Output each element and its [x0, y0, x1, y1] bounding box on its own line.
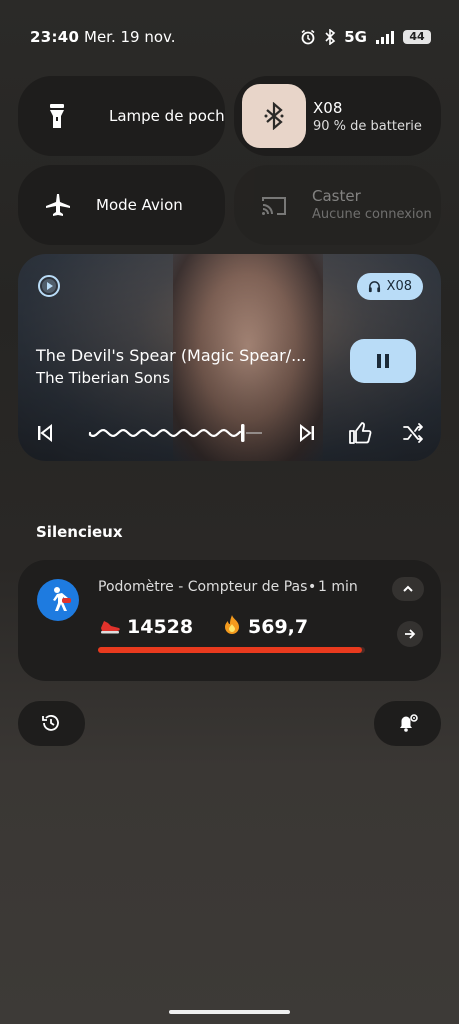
history-icon	[42, 715, 59, 731]
pedometer-app-icon	[37, 579, 79, 621]
notification-history-button[interactable]	[18, 701, 85, 746]
flashlight-tile[interactable]: Lampe de poche	[18, 76, 225, 156]
thumbs-up-icon[interactable]	[348, 421, 372, 445]
cast-tile[interactable]: Caster Aucune connexion	[234, 165, 441, 245]
notification-separator: •	[308, 579, 317, 595]
bluetooth-icon	[325, 29, 336, 45]
next-icon[interactable]	[298, 424, 316, 442]
bluetooth-icon	[264, 102, 284, 130]
progress-fill	[98, 647, 363, 653]
airplane-mode-tile[interactable]: Mode Avion	[18, 165, 225, 245]
flashlight-label: Lampe de poche	[109, 107, 225, 125]
seek-bar[interactable]	[88, 422, 266, 444]
previous-icon[interactable]	[36, 424, 54, 442]
bluetooth-battery-status: 90 % de batterie	[313, 119, 422, 134]
cast-status: Aucune connexion	[312, 207, 432, 222]
notification-app-name: Podomètre - Compteur de Pas	[98, 579, 308, 595]
gesture-handle[interactable]	[169, 1010, 290, 1014]
step-count: 14528	[127, 616, 194, 638]
flashlight-icon	[50, 104, 64, 128]
bluetooth-tile-icon-bg	[242, 84, 306, 148]
pause-button[interactable]	[350, 339, 416, 383]
track-artist: The Tiberian Sons	[36, 369, 171, 387]
walking-person-icon	[53, 587, 71, 611]
cast-label: Caster	[312, 187, 361, 205]
collapse-button[interactable]	[392, 577, 424, 601]
chevron-up-icon	[403, 585, 413, 592]
notification-settings-button[interactable]	[374, 701, 441, 746]
cast-icon	[262, 197, 286, 215]
airplane-icon	[46, 194, 70, 216]
battery-indicator: 44	[403, 30, 431, 44]
notification-settings-icon	[400, 714, 418, 732]
signal-icon	[376, 31, 394, 44]
status-bar: 23:40 Mer. 19 nov. 5G 44	[0, 26, 459, 50]
alarm-icon	[301, 29, 315, 45]
bluetooth-tile[interactable]: X08 90 % de batterie	[234, 76, 441, 156]
section-title: Silencieux	[36, 523, 123, 541]
shuffle-icon[interactable]	[402, 422, 424, 444]
fire-icon	[225, 615, 239, 634]
clock: 23:40	[30, 28, 80, 46]
media-player: X08 The Devil's Spear (Magic Spear/... T…	[18, 254, 441, 461]
output-device-chip[interactable]: X08	[356, 273, 423, 300]
output-device-name: X08	[386, 279, 412, 294]
sneaker-icon	[101, 621, 120, 634]
bluetooth-device-name: X08	[313, 99, 343, 117]
network-type: 5G	[344, 28, 367, 46]
headphones-icon	[368, 281, 380, 293]
date: Mer. 19 nov.	[84, 28, 176, 46]
progress-track	[98, 647, 365, 653]
pause-icon	[377, 354, 389, 368]
track-title: The Devil's Spear (Magic Spear/...	[36, 346, 307, 365]
notification-time: 1 min	[318, 579, 358, 595]
app-icon	[38, 275, 60, 297]
airplane-mode-label: Mode Avion	[96, 196, 183, 214]
arrow-right-icon	[405, 629, 416, 639]
calorie-count: 569,7	[248, 616, 309, 638]
open-button[interactable]	[397, 621, 423, 647]
pedometer-notification[interactable]: Podomètre - Compteur de Pas • 1 min 1452…	[18, 560, 441, 681]
